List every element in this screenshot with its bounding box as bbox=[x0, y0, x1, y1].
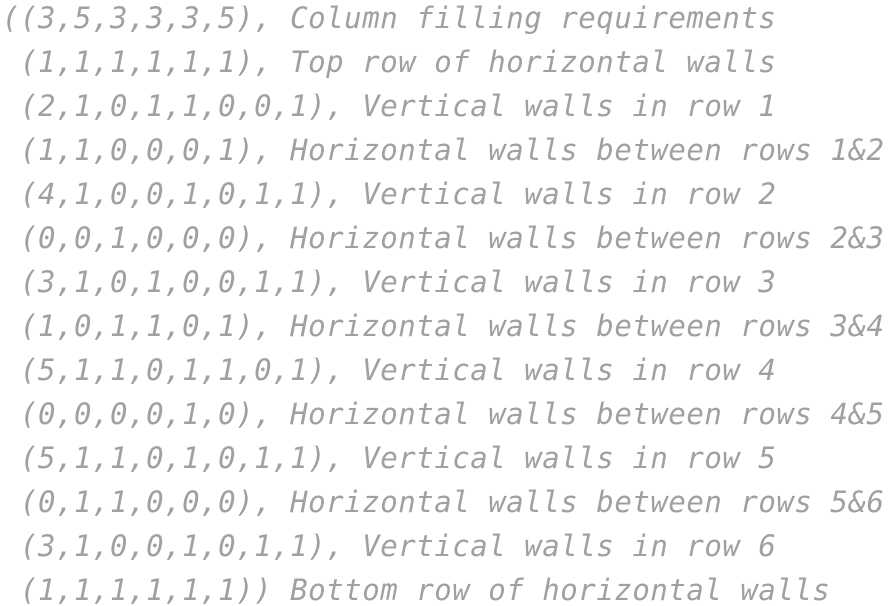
code-line-vertical-row-4: (5,1,1,0,1,1,0,1), Vertical walls in row… bbox=[2, 353, 777, 387]
code-line-horizontal-4-5: (0,0,0,0,1,0), Horizontal walls between … bbox=[2, 397, 885, 431]
code-line-vertical-row-3: (3,1,0,1,0,0,1,1), Vertical walls in row… bbox=[2, 265, 777, 299]
code-line-bottom-row: (1,1,1,1,1,1)) Bottom row of horizontal … bbox=[2, 573, 831, 606]
code-block: ((3,5,3,3,3,5), Column filling requireme… bbox=[0, 0, 892, 606]
code-line-column-requirements: ((3,5,3,3,3,5), Column filling requireme… bbox=[2, 1, 777, 35]
code-line-vertical-row-1: (2,1,0,1,1,0,0,1), Vertical walls in row… bbox=[2, 89, 777, 123]
code-line-horizontal-5-6: (0,1,1,0,0,0), Horizontal walls between … bbox=[2, 485, 885, 519]
code-line-horizontal-1-2: (1,1,0,0,0,1), Horizontal walls between … bbox=[2, 133, 885, 167]
code-line-vertical-row-6: (3,1,0,0,1,0,1,1), Vertical walls in row… bbox=[2, 529, 777, 563]
code-line-horizontal-2-3: (0,0,1,0,0,0), Horizontal walls between … bbox=[2, 221, 885, 255]
code-line-vertical-row-2: (4,1,0,0,1,0,1,1), Vertical walls in row… bbox=[2, 177, 777, 211]
code-line-vertical-row-5: (5,1,1,0,1,0,1,1), Vertical walls in row… bbox=[2, 441, 777, 475]
code-line-top-row: (1,1,1,1,1,1), Top row of horizontal wal… bbox=[2, 45, 777, 79]
code-line-horizontal-3-4: (1,0,1,1,0,1), Horizontal walls between … bbox=[2, 309, 885, 343]
